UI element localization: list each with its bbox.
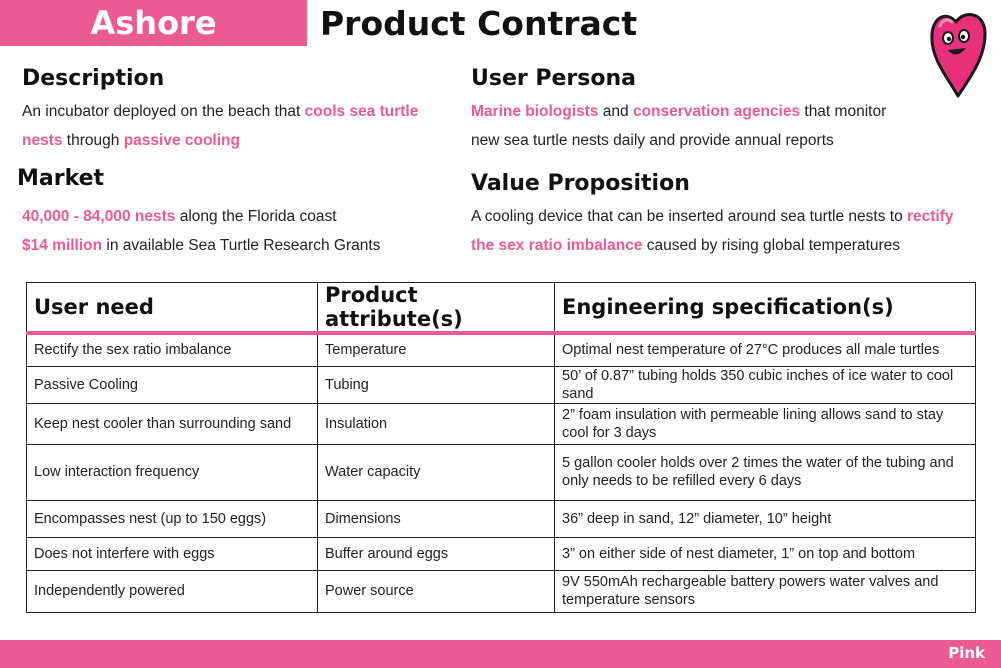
table-cell: 36” deep in sand, 12” diameter, 10” heig… (554, 499, 976, 538)
table-cell: Keep nest cooler than surrounding sand (26, 402, 318, 445)
table-cell: Tubing (317, 365, 555, 404)
persona-text-part: that monitor (800, 103, 887, 120)
table-cell: Temperature (317, 332, 555, 367)
heart-mascot-icon (930, 13, 987, 98)
column-header: Engineering specification(s) (554, 282, 976, 335)
table-cell: 2” foam insulation with permeable lining… (554, 402, 976, 445)
description-heading: Description (22, 66, 165, 91)
value-highlight: rectify (907, 208, 954, 225)
description-text-part: through (62, 132, 124, 149)
table-cell: Buffer around eggs (317, 536, 555, 571)
table-cell: Power source (317, 569, 555, 613)
brand-tab: Ashore (0, 0, 307, 46)
market-heading: Market (17, 166, 105, 191)
table-row: Low interaction frequency Water capacity… (26, 443, 976, 501)
table-cell: 5 gallon cooler holds over 2 times the w… (554, 443, 976, 501)
table-cell: 9V 550mAh rechargeable battery powers wa… (554, 569, 976, 613)
value-highlight: the sex ratio imbalance (471, 237, 643, 254)
persona-text-part: and (598, 103, 633, 120)
table-cell: Passive Cooling (26, 365, 318, 404)
table-row: Passive Cooling Tubing 50’ of 0.87” tubi… (26, 365, 976, 404)
value-text: A cooling device that can be inserted ar… (471, 202, 991, 260)
table-cell: 50’ of 0.87” tubing holds 350 cubic inch… (554, 365, 976, 404)
footer-bar: Pink (0, 640, 1001, 668)
value-text-part: A cooling device that can be inserted ar… (471, 208, 907, 225)
table-cell: Insulation (317, 402, 555, 445)
table-header-row: User need Product attribute(s) Engineeri… (26, 282, 976, 335)
table-cell: Encompasses nest (up to 150 eggs) (26, 499, 318, 538)
table-cell: Water capacity (317, 443, 555, 501)
table-row: Encompasses nest (up to 150 eggs) Dimens… (26, 499, 976, 538)
value-text-part: caused by rising global temperatures (642, 237, 901, 254)
description-text: An incubator deployed on the beach that … (22, 97, 452, 155)
table-row: Keep nest cooler than surrounding sand I… (26, 402, 976, 445)
description-highlight: nests (22, 132, 63, 149)
description-text-part: An incubator deployed on the beach that (22, 103, 305, 120)
table-cell: Dimensions (317, 499, 555, 538)
column-header: User need (26, 282, 318, 335)
table-cell: Independently powered (26, 569, 318, 613)
footer-label: Pink (948, 644, 985, 662)
persona-heading: User Persona (471, 66, 636, 91)
table-cell: 3” on either side of nest diameter, 1” o… (554, 536, 976, 571)
table-cell: Rectify the sex ratio imbalance (26, 332, 318, 367)
table-row: Rectify the sex ratio imbalance Temperat… (26, 332, 976, 367)
market-highlight: $14 million (22, 237, 103, 254)
value-heading: Value Proposition (471, 171, 690, 196)
table-cell: Optimal nest temperature of 27°C produce… (554, 332, 976, 367)
persona-text: Marine biologists and conservation agenc… (471, 97, 971, 155)
table-row: Independently powered Power source 9V 55… (26, 569, 976, 613)
persona-highlight: Marine biologists (471, 103, 599, 120)
persona-text-part: new sea turtle nests daily and provide a… (471, 132, 834, 149)
table-cell: Does not interfere with eggs (26, 536, 318, 571)
description-highlight: passive cooling (123, 132, 240, 149)
page-title: Product Contract (320, 4, 638, 43)
table-row: Does not interfere with eggs Buffer arou… (26, 536, 976, 571)
table-cell: Low interaction frequency (26, 443, 318, 501)
market-text: 40,000 - 84,000 nests along the Florida … (22, 202, 462, 260)
market-text-part: in available Sea Turtle Research Grants (102, 237, 381, 254)
spec-table: User need Product attribute(s) Engineeri… (26, 282, 976, 613)
market-text-part: along the Florida coast (175, 208, 337, 225)
market-highlight: 40,000 - 84,000 nests (22, 208, 176, 225)
persona-highlight: conservation agencies (632, 103, 801, 120)
description-highlight: cools sea turtle (304, 103, 419, 120)
column-header: Product attribute(s) (317, 282, 555, 335)
